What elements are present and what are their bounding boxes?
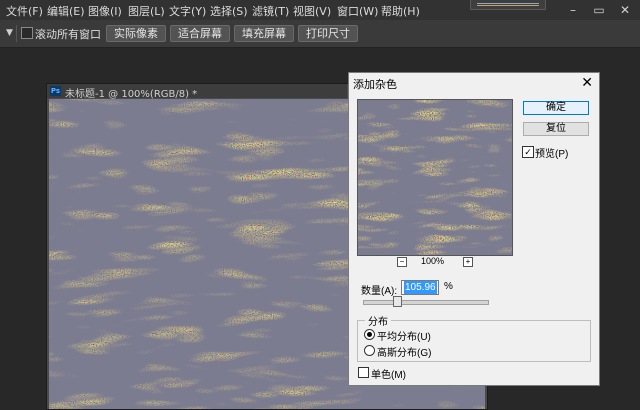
uniform-label: 平均分布(U) [377,332,431,343]
zoom-out-button[interactable]: − [397,257,407,267]
document-title: 未标题-1 @ 100%(RGB/8) * [65,89,198,100]
tool-preset-dropdown-icon[interactable]: ▼ [6,28,13,38]
menu-help[interactable]: 帮助(H) [381,3,420,19]
amount-input[interactable]: 105.96 [401,280,439,295]
menu-view[interactable]: 视图(V) [293,3,331,19]
document-tab[interactable]: Ps 未标题-1 @ 100%(RGB/8) * [47,84,347,100]
amount-value: 105.96 [404,281,437,294]
maximize-button[interactable]: ▭ [586,0,612,20]
menu-window[interactable]: 窗口(W) [337,3,378,19]
uniform-radio[interactable] [364,329,375,340]
amount-slider-thumb[interactable] [393,296,403,307]
options-bar: ▼ 滚动所有窗口 实际像素 适合屏幕 填充屏幕 打印尺寸 [0,20,640,48]
menu-edit[interactable]: 编辑(E) [47,3,85,19]
close-icon[interactable]: ✕ [581,73,593,91]
preview-zoom-level: 100% [421,256,445,266]
scroll-all-windows-label: 滚动所有窗口 [35,28,101,41]
close-app-button[interactable]: ✕ [612,0,638,20]
gaussian-radio[interactable] [364,345,375,356]
preview-checkbox[interactable]: ✓ [522,146,534,158]
preview-noise-texture [358,100,512,255]
menu-layer[interactable]: 图层(L) [128,3,165,19]
monochromatic-checkbox[interactable] [358,367,369,378]
minimize-button[interactable]: – [560,0,586,20]
amount-slider-track[interactable] [363,300,489,305]
workspace-switcher[interactable] [470,0,546,10]
menu-filter[interactable]: 滤镜(T) [252,3,289,19]
ok-button[interactable]: 确定 [523,101,589,115]
print-size-button[interactable]: 打印尺寸 [298,25,358,42]
filter-preview[interactable] [357,99,513,256]
divider [16,25,17,42]
fit-screen-button[interactable]: 适合屏幕 [170,25,230,42]
amount-unit: % [444,281,453,292]
fill-screen-button[interactable]: 填充屏幕 [234,25,294,42]
menu-bar: 文件(F) 编辑(E) 图像(I) 图层(L) 文字(Y) 选择(S) 滤镜(T… [0,0,640,20]
scroll-all-windows-checkbox[interactable] [21,27,33,39]
menu-select[interactable]: 选择(S) [210,3,248,19]
actual-pixels-button[interactable]: 实际像素 [106,25,166,42]
preview-label: 预览(P) [535,149,569,160]
radio-selected-dot [367,332,372,337]
menu-type[interactable]: 文字(Y) [169,3,206,19]
menu-image[interactable]: 图像(I) [88,3,122,19]
add-noise-dialog: 添加杂色 ✕ − 100% + 确定 复位 ✓ 预览(P) 数量(A): 105 [348,72,600,386]
gaussian-label: 高斯分布(G) [377,348,432,359]
zoom-in-button[interactable]: + [463,257,473,267]
distribution-legend: 分布 [365,313,391,328]
monochromatic-label: 单色(M) [371,370,406,381]
menu-file[interactable]: 文件(F) [6,3,43,19]
reset-button[interactable]: 复位 [523,122,589,136]
photoshop-icon: Ps [50,86,61,96]
dialog-title: 添加杂色 [353,79,397,91]
amount-label: 数量(A): [361,286,398,297]
